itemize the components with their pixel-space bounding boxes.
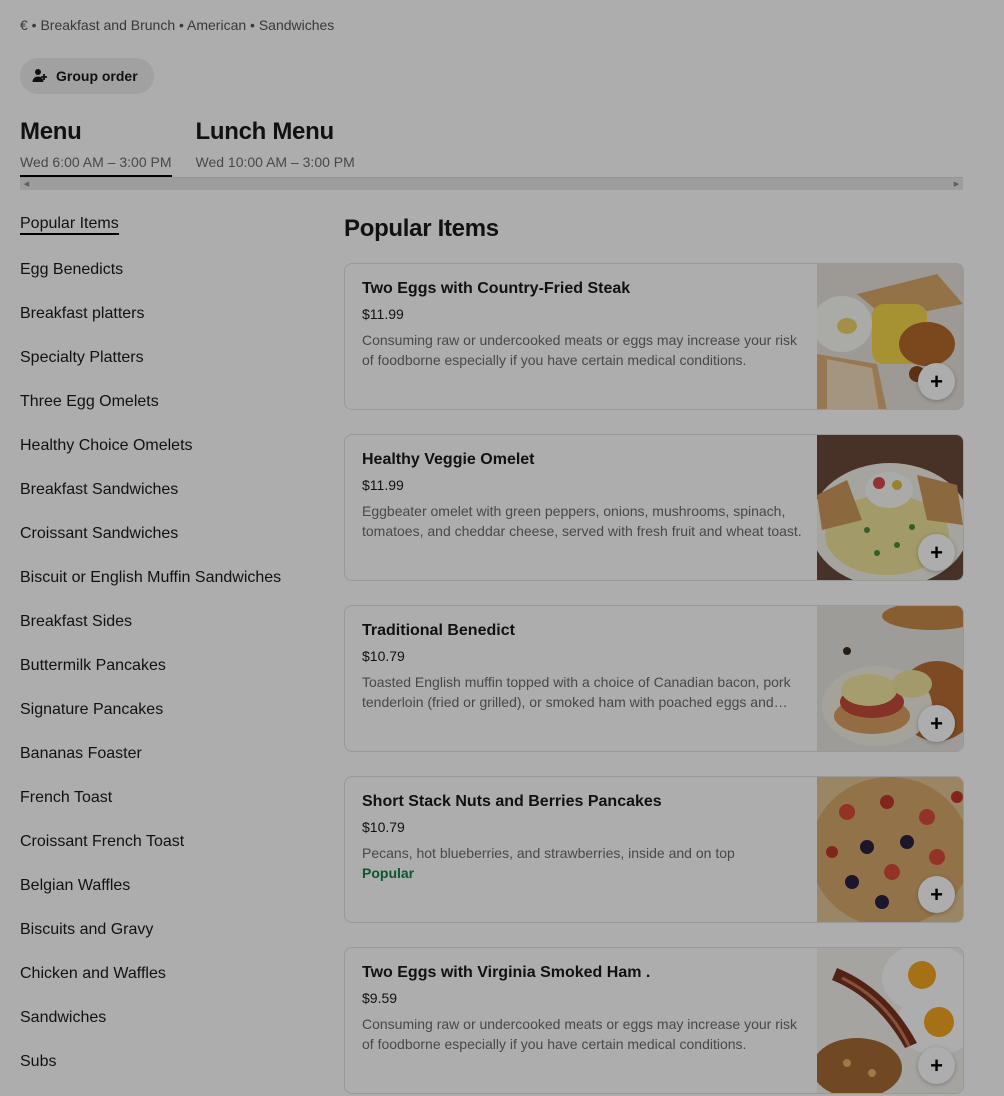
item-price: $10.79 [362,819,405,835]
item-description: Toasted English muffin topped with a cho… [362,674,791,710]
sidebar-item-popular-items[interactable]: Popular Items [20,212,296,258]
sidebar-item-signature-pancakes[interactable]: Signature Pancakes [20,698,296,742]
sidebar-item-croissant-sandwiches[interactable]: Croissant Sandwiches [20,522,296,566]
item-name: Short Stack Nuts and Berries Pancakes [362,793,662,810]
group-add-icon [32,67,48,86]
item-name: Traditional Benedict [362,622,515,639]
item-description: Pecans, hot blueberries, and strawberrie… [362,845,735,861]
popular-badge: Popular [362,865,415,881]
item-price: $11.99 [362,477,404,493]
add-to-cart-button[interactable]: + [918,1047,955,1084]
menu-tab-hours: Wed 6:00 AM – 3:00 PM [20,154,172,170]
sidebar-item-sandwiches[interactable]: Sandwiches [20,1006,296,1050]
menu-item-card[interactable]: Short Stack Nuts and Berries Pancakes $1… [344,776,964,923]
sidebar-item-healthy-choice-omelets[interactable]: Healthy Choice Omelets [20,434,296,478]
section-title: Popular Items [344,215,499,242]
item-price: $10.79 [362,648,405,664]
sidebar-item-breakfast-sandwiches[interactable]: Breakfast Sandwiches [20,478,296,522]
item-description: Consuming raw or undercooked meats or eg… [362,1016,797,1052]
sidebar-item-croissant-french-toast[interactable]: Croissant French Toast [20,830,296,874]
category-sidebar: Popular Items Egg Benedicts Breakfast pl… [20,212,296,1094]
store-menu-page: € • Breakfast and Brunch • American • Sa… [0,0,1004,1096]
menu-item-card[interactable]: Two Eggs with Virginia Smoked Ham . $9.5… [344,947,964,1094]
sidebar-item-three-egg-omelets[interactable]: Three Egg Omelets [20,390,296,434]
menu-tab-title: Menu [20,118,82,145]
item-price: $9.59 [362,990,398,1006]
menu-item-card[interactable]: Two Eggs with Country-Fried Steak $11.99… [344,263,964,410]
menu-tabs-scrollbar[interactable]: ◀ ▶ [20,177,963,190]
sidebar-item-belgian-waffles[interactable]: Belgian Waffles [20,874,296,918]
add-to-cart-button[interactable]: + [918,363,955,400]
menu-tabs: Menu Wed 6:00 AM – 3:00 PM Lunch Menu We… [20,118,355,179]
sidebar-item-french-toast[interactable]: French Toast [20,786,296,830]
menu-tab-menu[interactable]: Menu Wed 6:00 AM – 3:00 PM [20,118,172,179]
sidebar-item-biscuits-and-gravy[interactable]: Biscuits and Gravy [20,918,296,962]
menu-tab-hours: Wed 10:00 AM – 3:00 PM [195,154,355,170]
item-description: Eggbeater omelet with green peppers, oni… [362,503,802,539]
add-to-cart-button[interactable]: + [918,534,955,571]
add-to-cart-button[interactable]: + [918,705,955,742]
sidebar-item-biscuit-muffin-sandwiches[interactable]: Biscuit or English Muffin Sandwiches [20,566,296,610]
item-price: $11.99 [362,306,404,322]
group-order-label: Group order [56,68,138,84]
menu-item-list: Two Eggs with Country-Fried Steak $11.99… [344,263,964,1096]
sidebar-item-bananas-foaster[interactable]: Bananas Foaster [20,742,296,786]
scroll-left-arrow-icon[interactable]: ◀ [22,180,31,189]
sidebar-item-breakfast-platters[interactable]: Breakfast platters [20,302,296,346]
scroll-right-arrow-icon[interactable]: ▶ [952,180,961,189]
sidebar-item-buttermilk-pancakes[interactable]: Buttermilk Pancakes [20,654,296,698]
item-name: Healthy Veggie Omelet [362,451,535,468]
menu-item-card[interactable]: Healthy Veggie Omelet $11.99 Eggbeater o… [344,434,964,581]
sidebar-item-chicken-and-waffles[interactable]: Chicken and Waffles [20,962,296,1006]
sidebar-item-egg-benedicts[interactable]: Egg Benedicts [20,258,296,302]
add-to-cart-button[interactable]: + [918,876,955,913]
item-description: Consuming raw or undercooked meats or eg… [362,332,797,368]
sidebar-item-subs[interactable]: Subs [20,1050,296,1094]
menu-item-card[interactable]: Traditional Benedict $10.79 Toasted Engl… [344,605,964,752]
item-name: Two Eggs with Virginia Smoked Ham . [362,964,651,981]
item-name: Two Eggs with Country-Fried Steak [362,280,631,297]
sidebar-item-breakfast-sides[interactable]: Breakfast Sides [20,610,296,654]
sidebar-item-specialty-platters[interactable]: Specialty Platters [20,346,296,390]
store-categories: € • Breakfast and Brunch • American • Sa… [20,17,335,33]
menu-tab-title: Lunch Menu [195,118,335,145]
group-order-button[interactable]: Group order [20,58,154,94]
menu-tab-lunch-menu[interactable]: Lunch Menu Wed 10:00 AM – 3:00 PM [196,118,355,179]
